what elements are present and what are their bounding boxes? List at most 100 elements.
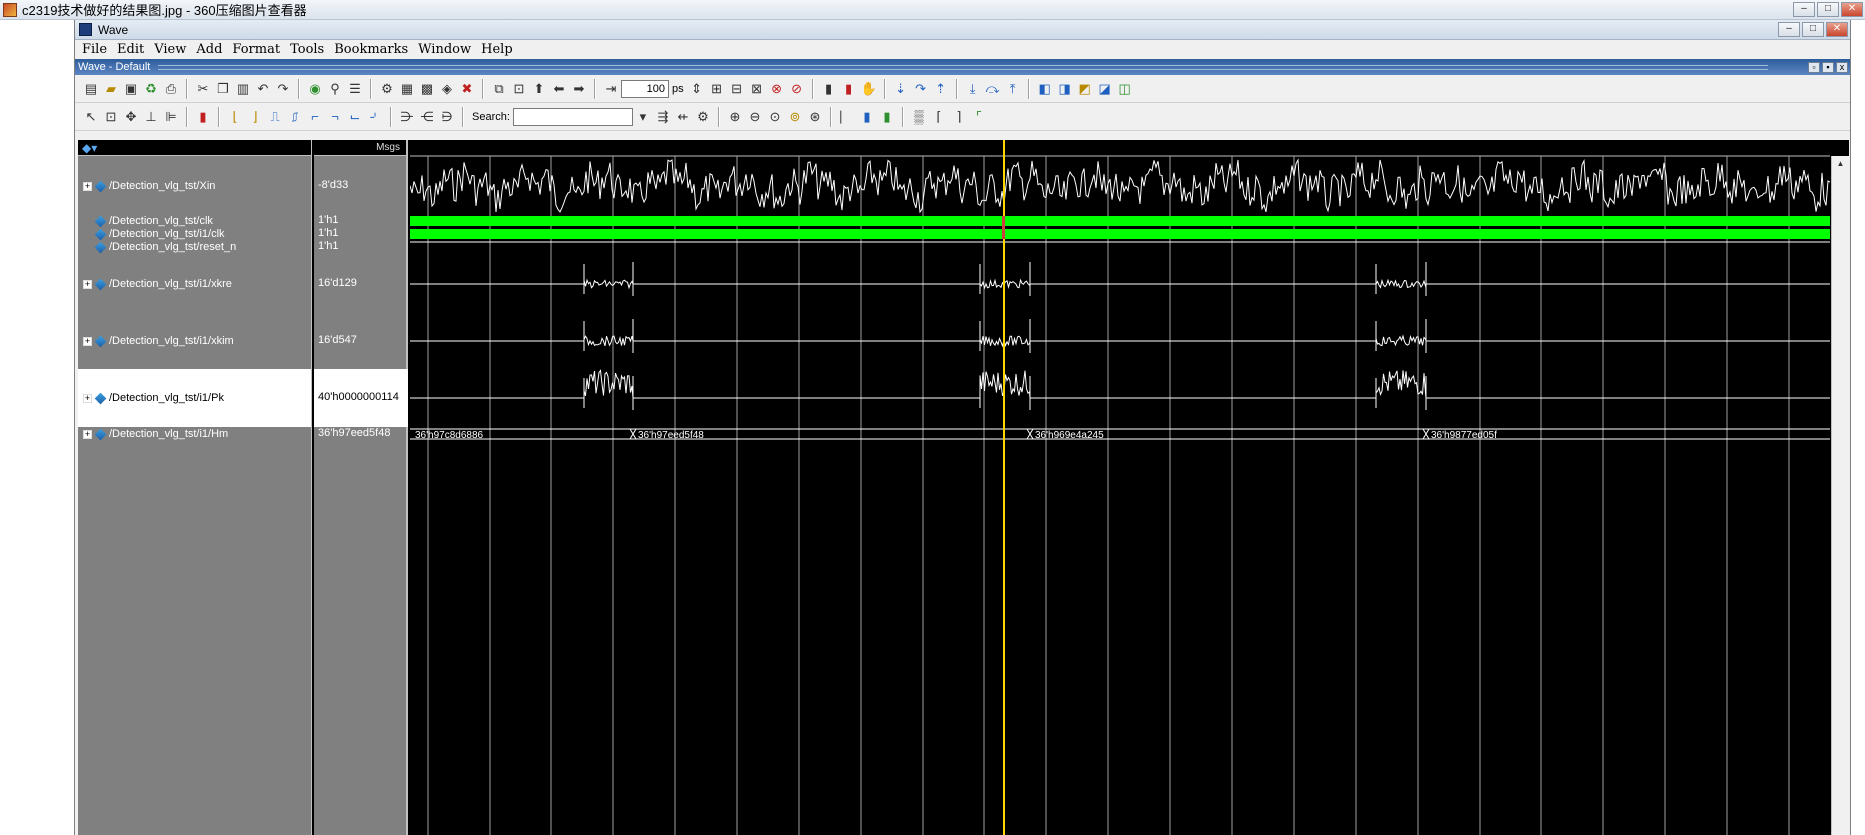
dataflow-icon[interactable]: ◧ — [1036, 80, 1054, 98]
insert-cursor-icon[interactable]: ⋺ — [398, 108, 416, 126]
compile-all-icon[interactable]: ▦ — [398, 80, 416, 98]
edge-prev-icon[interactable]: ⌊ — [226, 108, 244, 126]
analog-interp-icon[interactable]: ⌉ — [950, 108, 968, 126]
signal-row[interactable]: + /Detection_vlg_tst/i1/Pk — [78, 391, 311, 405]
minimize-icon[interactable]: – — [1793, 2, 1815, 17]
menu-view[interactable]: View — [150, 42, 192, 57]
wave-maximize-icon[interactable]: □ — [1802, 22, 1824, 37]
expand-icon[interactable]: + — [83, 393, 92, 403]
run-icon[interactable]: ⊞ — [708, 80, 726, 98]
step-into-icon[interactable]: ⇣ — [892, 80, 910, 98]
signal-row[interactable]: /Detection_vlg_tst/clk — [78, 214, 311, 228]
wave-add-icon[interactable]: ◫ — [1116, 80, 1134, 98]
vertical-scrollbar[interactable]: ▲ — [1831, 156, 1849, 835]
run-length-input[interactable] — [621, 79, 669, 98]
dither-icon[interactable]: ▒ — [910, 108, 928, 126]
search-input[interactable] — [512, 107, 633, 126]
maximize-icon[interactable]: □ — [1817, 2, 1839, 17]
wave-format-event-icon[interactable]: ▮ — [878, 108, 896, 126]
signal-row[interactable]: + /Detection_vlg_tst/i1/xkre — [78, 277, 311, 291]
edge-rise-icon[interactable]: ⎍ — [266, 108, 284, 126]
down-signal-icon[interactable]: ⤓ — [964, 80, 982, 98]
zoom-mode-icon[interactable]: ⊡ — [102, 108, 120, 126]
undock-icon[interactable]: ▫ — [1808, 61, 1820, 73]
search-dropdown-icon[interactable]: ▾ — [634, 108, 652, 126]
run-length-icon[interactable]: ⇥ — [602, 80, 620, 98]
zoom-full-icon[interactable]: ⊙ — [766, 108, 784, 126]
pane-close-icon[interactable]: x — [1836, 61, 1848, 73]
edge-next-icon[interactable]: ⌋ — [246, 108, 264, 126]
save-icon[interactable]: ▣ — [122, 80, 140, 98]
signal-row[interactable]: + /Detection_vlg_tst/i1/Hm — [78, 427, 311, 441]
hand-icon[interactable]: ✋ — [860, 80, 878, 98]
objects-icon[interactable]: ◪ — [1096, 80, 1114, 98]
close-icon[interactable]: ✕ — [1841, 2, 1863, 17]
analog-step-icon[interactable]: ⌈ — [930, 108, 948, 126]
pane-menu-icon[interactable]: ◆▾ — [82, 141, 97, 155]
edit-mode-icon[interactable]: ⊥ — [142, 108, 160, 126]
menu-help[interactable]: Help — [477, 42, 519, 57]
ruler-icon[interactable]: ⊫ — [162, 108, 180, 126]
undo-icon[interactable]: ↶ — [254, 80, 272, 98]
copy-icon[interactable]: ❐ — [214, 80, 232, 98]
step-over-arrow-icon[interactable]: ↷ — [912, 80, 930, 98]
cut-icon[interactable]: ✂ — [194, 80, 212, 98]
redo-icon[interactable]: ↷ — [274, 80, 292, 98]
list-icon[interactable]: ☰ — [346, 80, 364, 98]
lock-cursor-icon[interactable]: ⋻ — [438, 108, 456, 126]
menu-tools[interactable]: Tools — [286, 42, 330, 57]
menu-window[interactable]: Window — [414, 42, 477, 57]
edge-any-icon[interactable]: ⌐ — [306, 108, 324, 126]
dock-icon[interactable]: ▪ — [1822, 61, 1834, 73]
wave-minimize-icon[interactable]: – — [1778, 22, 1800, 37]
search-next-icon[interactable]: ⇶ — [654, 108, 672, 126]
waveform-pane[interactable]: 36'h97c8d6886 36'h97eed5f48 36'h969e4a245 3… — [409, 140, 1847, 835]
open-icon[interactable]: ▰ — [102, 80, 120, 98]
menu-add[interactable]: Add — [192, 42, 228, 57]
signal-row[interactable]: /Detection_vlg_tst/reset_n — [78, 240, 311, 254]
search-options-icon[interactable]: ⚙ — [694, 108, 712, 126]
run-all-icon[interactable]: ⊠ — [748, 80, 766, 98]
add-icon[interactable]: ◉ — [306, 80, 324, 98]
stop-icon[interactable]: ✖ — [458, 80, 476, 98]
expand-icon[interactable]: + — [83, 429, 92, 439]
expand-icon[interactable]: + — [83, 336, 92, 346]
up-signal-icon[interactable]: ⤒ — [1004, 80, 1022, 98]
viewer-title-bar[interactable]: c2319技术做好的结果图.jpg - 360压缩图片查看器 – □ ✕ — [0, 0, 1865, 20]
restart-icon[interactable]: ⊘ — [788, 80, 806, 98]
menu-file[interactable]: File — [78, 42, 113, 57]
wave-format-literal-icon[interactable]: ⎸ — [838, 108, 856, 126]
zoom-range-icon[interactable]: ⊛ — [806, 108, 824, 126]
loop-signal-icon[interactable]: ⤼ — [984, 80, 1002, 98]
edge-find-icon[interactable]: ¬ — [326, 108, 344, 126]
signal-row[interactable]: + /Detection_vlg_tst/i1/xkim — [78, 334, 311, 348]
new-icon[interactable]: ▤ — [82, 80, 100, 98]
memory-icon[interactable]: ◩ — [1076, 80, 1094, 98]
step-icon[interactable]: ▮ — [820, 80, 838, 98]
dataflow-2-icon[interactable]: ◨ — [1056, 80, 1074, 98]
delete-cursor-icon[interactable]: ⋲ — [418, 108, 436, 126]
menu-edit[interactable]: Edit — [113, 42, 150, 57]
reload-icon[interactable]: ♻ — [142, 80, 160, 98]
zoom-in-icon[interactable]: ⊕ — [726, 108, 744, 126]
forward-arrow-icon[interactable]: ➡ — [570, 80, 588, 98]
analog-backstep-icon[interactable]: ⌜ — [970, 108, 988, 126]
expand-icon[interactable]: + — [83, 279, 92, 289]
search-prev-icon[interactable]: ⇷ — [674, 108, 692, 126]
back-arrow-icon[interactable]: ⬅ — [550, 80, 568, 98]
wave-format-logic-icon[interactable]: ▮ — [858, 108, 876, 126]
cursor-add-icon[interactable]: ▮ — [194, 108, 212, 126]
step-out-icon[interactable]: ⇡ — [932, 80, 950, 98]
zoom-out-icon[interactable]: ⊖ — [746, 108, 764, 126]
up-arrow-icon[interactable]: ⬆ — [530, 80, 548, 98]
pan-mode-icon[interactable]: ✥ — [122, 108, 140, 126]
wave-close-icon[interactable]: ✕ — [1826, 22, 1848, 37]
signal-row[interactable]: /Detection_vlg_tst/i1/clk — [78, 227, 311, 241]
unit-spinner-icon[interactable]: ⇕ — [688, 80, 706, 98]
expand-icon[interactable]: + — [83, 181, 92, 191]
zoom-cursor-icon[interactable]: ⊚ — [786, 108, 804, 126]
continue-icon[interactable]: ⊟ — [728, 80, 746, 98]
select-mode-icon[interactable]: ↖ — [82, 108, 100, 126]
find-icon[interactable]: ⚲ — [326, 80, 344, 98]
simulate-icon[interactable]: ▩ — [418, 80, 436, 98]
